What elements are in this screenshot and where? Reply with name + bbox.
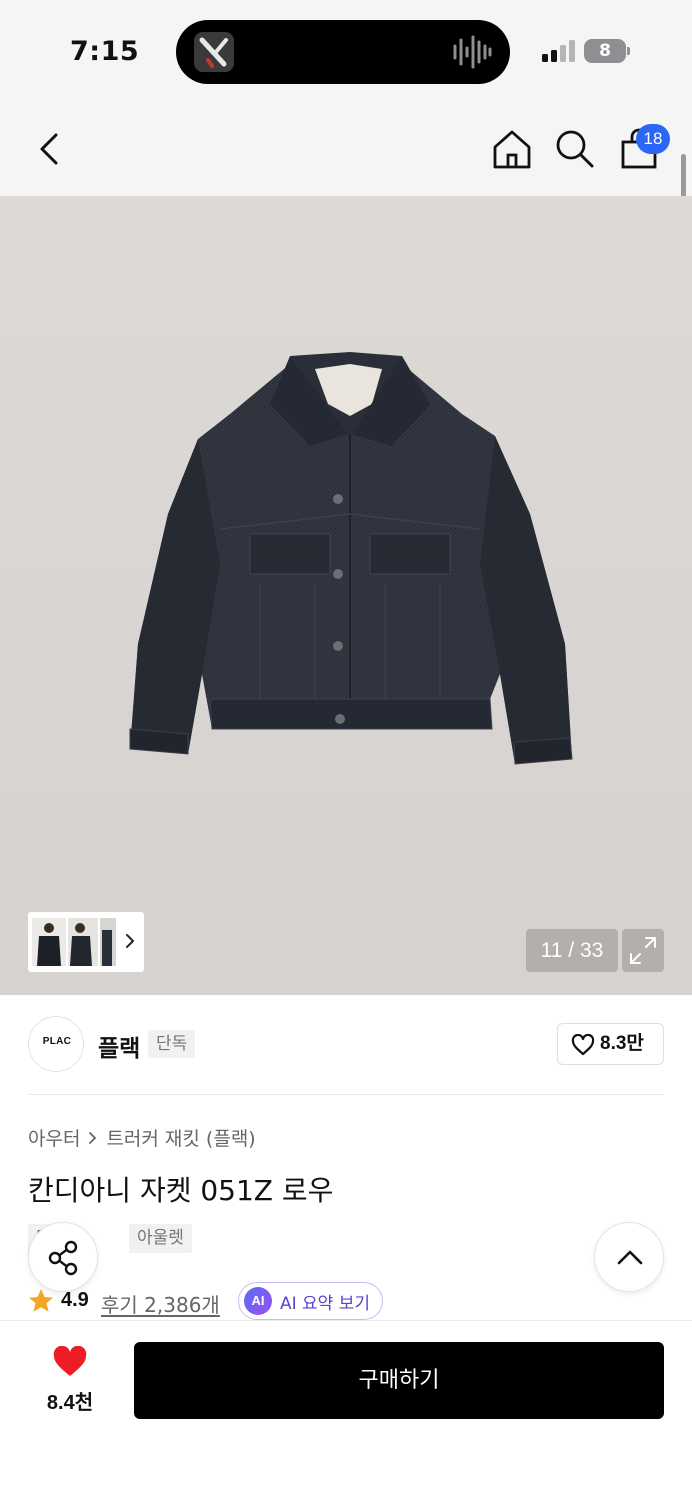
ai-summary-button[interactable]: AI AI 요약 보기: [238, 1282, 384, 1320]
thumbnail-image[interactable]: [32, 918, 66, 966]
ai-icon: AI: [244, 1287, 272, 1315]
brand-exclusive-tag: 단독: [148, 1030, 196, 1058]
battery-level: 8: [599, 41, 611, 61]
thumbnail-image[interactable]: [100, 918, 116, 966]
share-button[interactable]: [28, 1222, 98, 1292]
wishlist-button[interactable]: 8.4천: [30, 1344, 110, 1414]
breadcrumb-item[interactable]: 트러커 재킷 (플랙): [106, 1124, 255, 1151]
now-playing-app-icon: [194, 32, 234, 72]
status-bar: 7:15 8: [0, 0, 692, 100]
chevron-up-icon: [617, 1250, 643, 1265]
chevron-right-icon: [89, 1131, 97, 1144]
breadcrumb: 아우터 트러커 재킷 (플랙): [28, 1124, 256, 1152]
status-time: 7:15: [70, 36, 140, 67]
dynamic-island: [176, 20, 510, 84]
review-count-link[interactable]: 후기 2,386개: [101, 1289, 220, 1318]
brand-like-count: 8.3만: [600, 1033, 644, 1054]
back-icon[interactable]: [28, 127, 72, 171]
brand-logo[interactable]: PLAC: [28, 1016, 84, 1072]
audio-waveform-icon: [452, 34, 492, 70]
heart-filled-icon: [53, 1346, 87, 1376]
thumbnail-image[interactable]: [68, 918, 98, 966]
chevron-right-icon[interactable]: [124, 928, 136, 954]
search-icon[interactable]: [553, 127, 597, 171]
wishlist-count: 8.4천: [46, 1392, 94, 1414]
brand-like-button[interactable]: 8.3만: [557, 1023, 664, 1065]
top-navigation-bar: [0, 100, 692, 196]
product-tag: 아울렛: [129, 1224, 192, 1253]
home-icon[interactable]: [490, 127, 534, 171]
expand-icon: [630, 937, 656, 964]
fullscreen-button[interactable]: [622, 929, 664, 972]
heart-outline-icon: [571, 1034, 595, 1056]
buy-button[interactable]: 구매하기: [134, 1342, 664, 1419]
battery-icon: 8: [584, 39, 626, 63]
product-title: 칸디아니 자켓 051Z 로우: [28, 1174, 334, 1207]
breadcrumb-item[interactable]: 아우터: [28, 1124, 80, 1151]
image-counter: 11 / 33: [526, 929, 618, 972]
denim-jacket-image: [129, 352, 573, 765]
share-icon: [48, 1240, 78, 1276]
battery-cap: [627, 47, 630, 55]
thumbnail-strip[interactable]: [28, 912, 144, 972]
brand-name[interactable]: 플랙: [98, 1029, 140, 1063]
cellular-signal-icon: [542, 40, 575, 62]
scroll-to-top-button[interactable]: [594, 1222, 664, 1292]
divider: [28, 1094, 664, 1095]
ai-summary-label: AI 요약 보기: [280, 1293, 371, 1314]
brand-logo-text: PLAC: [42, 1036, 72, 1047]
cart-count-badge: 18: [636, 124, 670, 154]
product-image-gallery[interactable]: 11 / 33: [0, 196, 692, 995]
